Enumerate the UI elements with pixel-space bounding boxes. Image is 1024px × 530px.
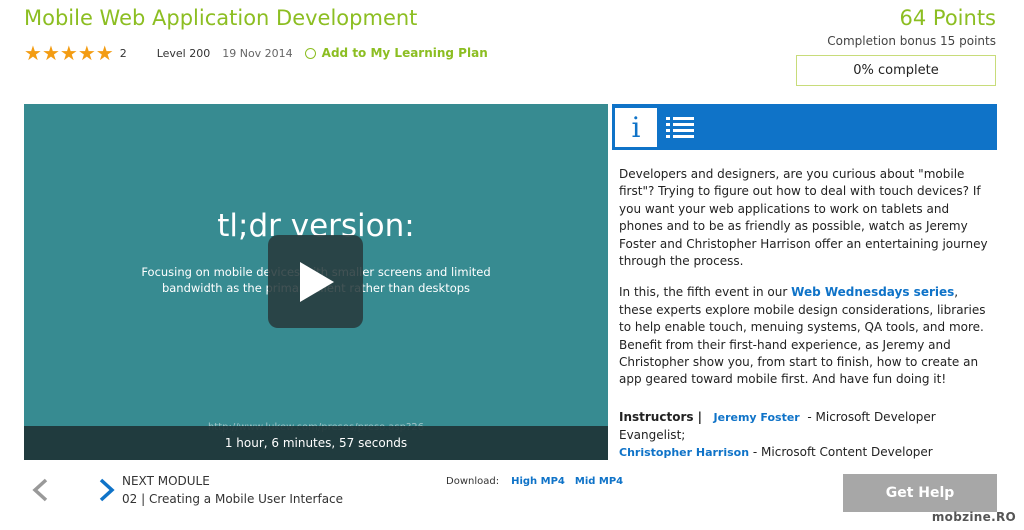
list-icon[interactable] xyxy=(666,116,696,138)
next-module-label: NEXT MODULE xyxy=(122,474,210,488)
get-help-label: Get Help xyxy=(885,485,955,501)
instructors-label: Instructors | xyxy=(619,410,703,424)
info-icon: i xyxy=(631,111,641,144)
play-button[interactable] xyxy=(268,235,363,328)
star-rating: ★ ★ ★ ★ ★ xyxy=(24,43,114,63)
add-to-learning-plan-label: Add to My Learning Plan xyxy=(321,46,488,60)
description-paragraph: In this, the fifth event in our Web Wedn… xyxy=(619,284,991,388)
chevron-left-icon[interactable] xyxy=(30,478,52,502)
instructor-christopher-harrison-link[interactable]: Christopher Harrison xyxy=(619,446,749,459)
watermark: mobzine.RO xyxy=(931,510,1016,524)
info-tab-bar: i xyxy=(612,104,997,150)
instructor-jeremy-foster-link[interactable]: Jeremy Foster xyxy=(714,411,800,424)
course-description: Developers and designers, are you curiou… xyxy=(619,166,991,403)
download-high-mp4-link[interactable]: High MP4 xyxy=(511,476,565,487)
course-level: Level 200 xyxy=(156,46,211,60)
chevron-right-icon[interactable] xyxy=(95,478,117,502)
video-duration-bar: 1 hour, 6 minutes, 57 seconds xyxy=(24,426,608,460)
description-paragraph: Developers and designers, are you curiou… xyxy=(619,167,988,269)
tab-info[interactable]: i xyxy=(614,107,658,148)
instructors: Instructors | Jeremy Foster - Microsoft … xyxy=(619,409,999,462)
download-options: Download: High MP4 Mid MP4 xyxy=(446,476,623,487)
star-icon: ★ xyxy=(59,41,78,65)
completion-progress-label: 0% complete xyxy=(853,63,939,78)
get-help-button[interactable]: Get Help xyxy=(843,474,997,512)
video-player[interactable]: tl;dr version: Focusing on mobile device… xyxy=(24,104,608,460)
play-icon xyxy=(299,261,334,302)
course-meta: ★ ★ ★ ★ ★ 2 Level 200 19 Nov 2014 Add to… xyxy=(24,42,488,64)
instructor-line: Instructors | Jeremy Foster - Microsoft … xyxy=(619,409,999,444)
completion-progress: 0% complete xyxy=(796,55,996,86)
course-date: 19 Nov 2014 xyxy=(222,46,293,60)
instructor-role: - Microsoft Content Developer xyxy=(752,445,933,459)
rating-count: 2 xyxy=(119,46,127,60)
completion-bonus: Completion bonus 15 points xyxy=(827,34,996,48)
add-to-learning-plan-button[interactable]: Add to My Learning Plan xyxy=(304,46,488,60)
video-duration: 1 hour, 6 minutes, 57 seconds xyxy=(224,436,408,450)
star-icon: ★ xyxy=(41,41,60,65)
web-wednesdays-link[interactable]: Web Wednesdays series xyxy=(791,285,954,299)
star-icon: ★ xyxy=(95,41,114,65)
circle-icon xyxy=(304,47,316,59)
course-title: Mobile Web Application Development xyxy=(24,6,418,30)
instructor-line: Christopher Harrison - Microsoft Content… xyxy=(619,444,999,462)
points-total: 64 Points xyxy=(899,6,996,30)
description-text: In this, the fifth event in our xyxy=(619,285,792,300)
star-icon: ★ xyxy=(24,41,42,65)
download-label: Download: xyxy=(446,476,500,487)
next-module-link[interactable]: 02 | Creating a Mobile User Interface xyxy=(122,492,343,506)
star-icon: ★ xyxy=(77,41,96,65)
description-text: , these experts explore mobile design co… xyxy=(619,285,986,387)
download-mid-mp4-link[interactable]: Mid MP4 xyxy=(575,476,623,487)
